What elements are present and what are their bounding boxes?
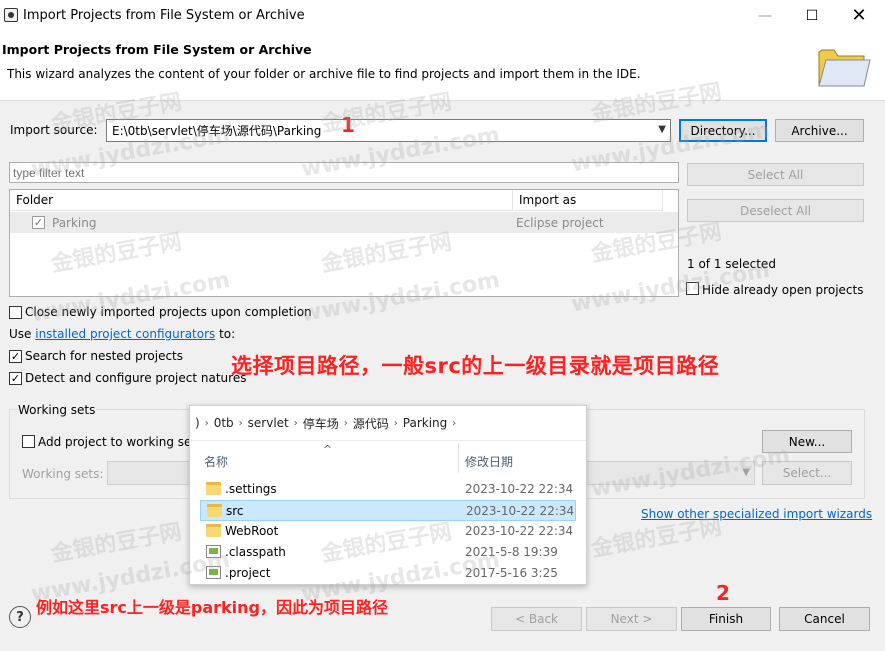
column-header-folder[interactable]: Folder [10,190,513,211]
file-explorer-overlay: ) › 0tb › servlet › 停车场 › 源代码 › Parking … [189,405,587,585]
select-working-set-button[interactable]: Select... [762,461,852,485]
breadcrumb-item[interactable]: 0tb [214,416,234,430]
file-row[interactable]: WebRoot 2023-10-22 22:34 [200,521,576,542]
table-row[interactable]: ✓ Parking Eclipse project [10,212,678,233]
close-newly-checkbox[interactable] [9,306,22,319]
open-folder-icon [818,49,871,87]
file-row[interactable]: .settings 2023-10-22 22:34 [200,479,576,500]
chevron-down-icon[interactable]: ▼ [742,467,750,478]
column-header-name[interactable]: 名称 [204,453,228,470]
directory-button[interactable]: Directory... [679,119,767,142]
detect-natures-checkbox[interactable]: ✓ [9,372,22,385]
search-nested-checkbox[interactable]: ✓ [9,350,22,363]
working-sets-label: Working sets: [22,467,104,481]
column-divider[interactable] [458,443,459,473]
help-icon[interactable]: ? [9,606,31,628]
sort-up-icon: ^ [323,443,333,456]
close-newly-label: Close newly imported projects upon compl… [25,305,312,319]
file-icon [206,545,221,558]
folder-icon [206,524,221,537]
detect-natures-label: Detect and configure project natures [25,371,247,385]
file-row[interactable]: .project 2017-5-16 3:25 [200,563,576,584]
column-header-import-as[interactable]: Import as [513,190,663,211]
file-date: 2023-10-22 22:34 [466,504,575,518]
annotation-step-1: 1 [341,113,355,137]
row-checkbox[interactable]: ✓ [32,216,45,229]
chevron-right-icon: › [238,417,243,429]
file-row[interactable]: .classpath 2021-5-8 19:39 [200,542,576,563]
archive-button[interactable]: Archive... [775,119,864,142]
import-source-label: Import source: [10,123,98,137]
folder-icon [207,504,222,517]
file-icon [206,566,221,579]
annotation-bottom-note: 例如这里src上一级是parking，因此为项目路径 [36,598,389,617]
page-heading: Import Projects from File System or Arch… [2,42,312,57]
chevron-right-icon: › [293,417,298,429]
row-folder-name: Parking [52,216,97,230]
hide-open-checkbox[interactable] [686,282,699,295]
minimize-button[interactable]: — [742,0,788,31]
file-date: 2023-10-22 22:34 [465,524,574,538]
cancel-button[interactable]: Cancel [779,607,870,631]
file-name: WebRoot [225,524,279,538]
show-other-wizards-link[interactable]: Show other specialized import wizards [641,507,872,521]
breadcrumb[interactable]: ) › 0tb › servlet › 停车场 › 源代码 › Parking … [190,406,586,441]
add-to-working-set-checkbox[interactable] [22,435,35,448]
file-name: src [226,504,244,518]
page-description: This wizard analyzes the content of your… [7,67,641,81]
chevron-right-icon: › [204,417,209,429]
breadcrumb-item[interactable]: servlet [248,416,289,430]
breadcrumb-item[interactable]: ) [195,416,200,430]
add-to-working-set-label: Add project to working se [38,435,192,449]
file-row-selected[interactable]: src 2023-10-22 22:34 [200,500,576,521]
close-window-button[interactable]: ✕ [836,0,882,31]
installed-configurators-link[interactable]: installed project configurators [35,327,215,341]
file-name: .settings [225,482,277,496]
back-button[interactable]: < Back [491,607,582,631]
chevron-down-icon[interactable]: ▼ [658,124,666,135]
selection-count: 1 of 1 selected [687,257,776,271]
chevron-right-icon: › [343,417,348,429]
column-header-date[interactable]: 修改日期 [465,453,513,470]
row-import-as: Eclipse project [516,216,604,230]
file-name: .project [225,566,271,580]
next-button[interactable]: Next > [586,607,677,631]
working-sets-title: Working sets [17,403,97,417]
select-all-button[interactable]: Select All [687,163,864,186]
project-table: Folder Import as ✓ Parking Eclipse proje… [9,189,679,297]
maximize-button[interactable]: ☐ [789,0,835,31]
breadcrumb-item[interactable]: 停车场 [303,415,339,432]
annotation-main-note: 选择项目路径，一般src的上一级目录就是项目路径 [231,354,720,378]
import-source-combo[interactable]: E:\0tb\servlet\停车场\源代码\Parking ▼ [106,119,671,142]
file-date: 2023-10-22 22:34 [465,482,574,496]
window-title: Import Projects from File System or Arch… [23,8,305,23]
use-prefix: Use [9,327,36,341]
eclipse-app-icon [4,8,18,22]
use-suffix: to: [215,327,236,341]
annotation-step-2: 2 [716,581,730,605]
hide-open-label: Hide already open projects [702,283,864,297]
search-nested-label: Search for nested projects [25,349,184,363]
configurators-text: Use installed project configurators to: [9,327,235,341]
finish-button[interactable]: Finish [681,607,771,631]
file-name: .classpath [225,545,286,559]
import-source-value: E:\0tb\servlet\停车场\源代码\Parking [112,124,322,138]
filter-input[interactable] [9,162,679,183]
chevron-right-icon: › [452,417,457,429]
deselect-all-button[interactable]: Deselect All [687,199,864,222]
folder-icon [206,482,221,495]
chevron-right-icon: › [393,417,398,429]
new-working-set-button[interactable]: New... [762,430,852,453]
breadcrumb-item[interactable]: Parking [403,416,448,430]
file-date: 2017-5-16 3:25 [465,566,558,580]
file-date: 2021-5-8 19:39 [465,545,558,559]
breadcrumb-item[interactable]: 源代码 [353,415,389,432]
